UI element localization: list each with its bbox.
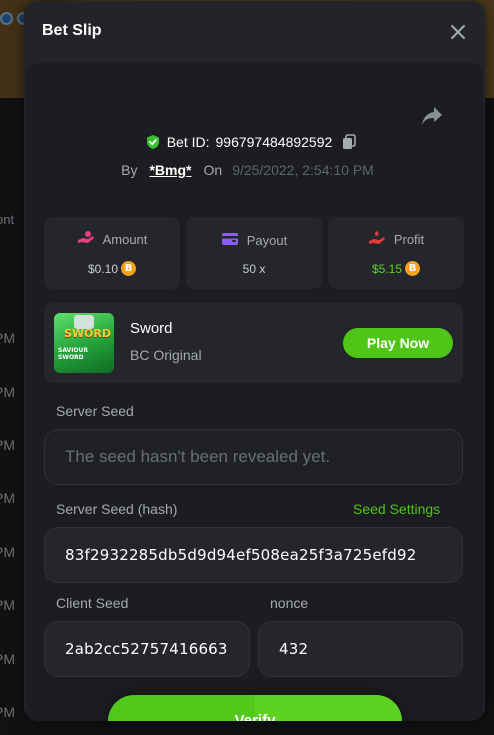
stat-value: $0.10: [87, 261, 119, 276]
client-seed-field[interactable]: 2ab2cc52757416663: [44, 621, 250, 677]
bet-id-label: Bet ID:: [166, 134, 210, 150]
bitcoin-icon: B: [405, 261, 421, 276]
game-name: Sword: [130, 320, 173, 337]
share-icon[interactable]: [420, 105, 444, 127]
nonce-label: nonce: [270, 595, 309, 611]
seed-settings-link[interactable]: Seed Settings: [353, 501, 440, 517]
thumbnail-title: SWORD: [64, 327, 112, 340]
thumbnail-subtitle: SAVIOUR SWORD: [58, 347, 89, 361]
server-seed-hash-label: Server Seed (hash): [56, 501, 178, 517]
close-icon[interactable]: [449, 23, 467, 41]
bitcoin-icon: B: [121, 261, 137, 276]
bet-slip-content: Bet ID: 996797484892592 By *Bmg* On 9/25…: [26, 63, 483, 721]
stat-label: Profit: [393, 232, 425, 247]
stat-profit: Profit $5.15 B: [328, 217, 464, 289]
stat-label: Payout: [246, 232, 288, 248]
on-label: On: [203, 162, 223, 178]
modal-title: Bet Slip: [42, 22, 102, 39]
bet-id-value: 996797484892592: [215, 134, 333, 150]
nonce-field[interactable]: 432: [258, 621, 463, 677]
money-hand-icon: [77, 230, 95, 249]
copy-icon[interactable]: [342, 134, 357, 150]
client-seed-label: Client Seed: [56, 595, 129, 611]
server-seed-field[interactable]: The seed hasn't been revealed yet.: [44, 429, 463, 485]
game-card: SWORD SAVIOUR SWORD Sword BC Original Pl…: [44, 303, 463, 383]
bet-date: 9/25/2022, 2:54:10 PM: [232, 162, 374, 178]
server-seed-hash-field[interactable]: 83f2932285db5d9d94ef508ea25f3a725efd92: [44, 527, 463, 583]
stat-value: 50 x: [242, 261, 266, 276]
stat-payout: Payout 50 x: [186, 217, 322, 289]
bet-id-row: Bet ID: 996797484892592: [26, 134, 483, 150]
stat-amount: Amount $0.10 B: [44, 217, 180, 289]
stat-label: Amount: [102, 232, 148, 247]
play-now-button[interactable]: Play Now: [343, 328, 453, 358]
game-subtitle: BC Original: [130, 347, 202, 363]
server-seed-label: Server Seed: [56, 403, 134, 419]
game-thumbnail[interactable]: SWORD SAVIOUR SWORD: [54, 313, 114, 373]
bet-author-row: By *Bmg* On 9/25/2022, 2:54:10 PM: [26, 162, 483, 178]
stat-value: $5.15: [371, 261, 403, 276]
bet-slip-modal: Bet Slip Bet ID: 996797484892592 By *Bmg…: [24, 1, 485, 721]
bet-stats: Amount $0.10 B Payout 50 x Profit $5.15 …: [44, 217, 464, 289]
bet-user-link[interactable]: *Bmg*: [149, 162, 191, 178]
verify-button[interactable]: Verify: [108, 695, 402, 721]
by-label: By: [121, 162, 138, 178]
wallet-icon: [221, 231, 239, 250]
shield-check-icon: [145, 134, 161, 150]
profit-hand-icon: [368, 230, 386, 249]
